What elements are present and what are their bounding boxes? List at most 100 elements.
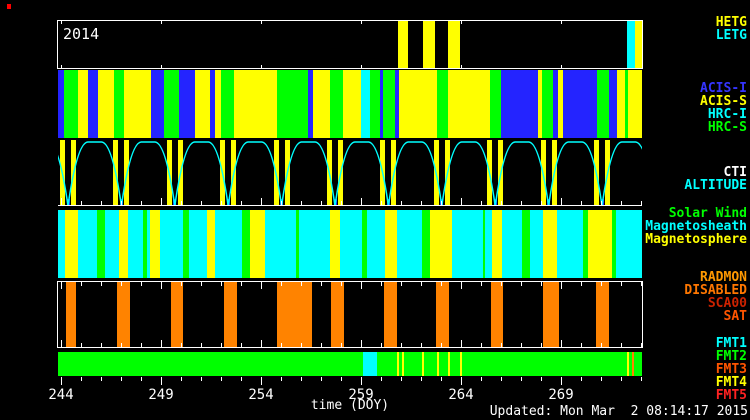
axis-tick xyxy=(321,282,322,286)
band-segment-orange xyxy=(66,282,76,347)
x-axis-title: time (DOY) xyxy=(290,398,410,413)
chandra-schedule-plot: 2014 244249254259264269 time (DOY) Updat… xyxy=(0,0,750,420)
band-stripe-yellow xyxy=(397,352,399,376)
axis-tick xyxy=(501,377,502,381)
axis-tick xyxy=(321,343,322,347)
axis-tick xyxy=(381,201,382,205)
band-segment-orange xyxy=(117,282,130,347)
axis-tick xyxy=(121,343,122,347)
axis-tick xyxy=(241,201,242,205)
band-segment-cyan xyxy=(530,210,543,278)
axis-tick xyxy=(521,343,522,347)
axis-tick xyxy=(361,65,362,68)
axis-tick xyxy=(221,282,222,286)
axis-tick xyxy=(61,377,62,385)
axis-tick xyxy=(461,21,462,24)
band-segment-yellow xyxy=(65,210,78,278)
band-segment-cyan xyxy=(340,210,362,278)
band-segment-cyan xyxy=(367,210,385,278)
axis-tick xyxy=(161,65,162,68)
axis-tick xyxy=(521,282,522,286)
band-segment-green xyxy=(422,210,430,278)
axis-tick xyxy=(501,282,502,286)
axis-tick xyxy=(421,282,422,286)
axis-tick xyxy=(341,377,342,381)
axis-tick xyxy=(101,343,102,347)
axis-tick xyxy=(461,340,462,347)
axis-tick xyxy=(261,21,262,24)
axis-tick xyxy=(61,65,62,68)
axis-tick xyxy=(441,201,442,205)
band-stripe-yellow xyxy=(437,352,439,376)
axis-tick xyxy=(81,343,82,347)
axis-tick xyxy=(181,377,182,381)
band-segment-yellow xyxy=(150,210,160,278)
axis-tick xyxy=(301,343,302,347)
axis-tick xyxy=(361,198,362,205)
band-segment-orange xyxy=(436,282,449,347)
band-segment-cyan xyxy=(299,210,330,278)
axis-tick xyxy=(301,282,302,286)
band-segment-cyan xyxy=(452,210,483,278)
band-segment-cyan xyxy=(361,70,370,138)
band-segment-cyan xyxy=(189,210,207,278)
axis-tick xyxy=(61,21,62,24)
band-segment-orange xyxy=(171,282,183,347)
axis-tick xyxy=(161,21,162,24)
band-segment-green xyxy=(164,70,179,138)
axis-tick xyxy=(81,201,82,205)
band-segment-green xyxy=(522,210,530,278)
axis-tick xyxy=(461,282,462,289)
axis-tick xyxy=(261,198,262,205)
axis-tick xyxy=(221,201,222,205)
axis-tick xyxy=(441,377,442,381)
band-segment-blue xyxy=(179,70,195,138)
band-segment-green xyxy=(370,70,380,138)
band-segment-yellow xyxy=(207,210,215,278)
x-tick-label: 254 xyxy=(241,387,281,403)
axis-tick xyxy=(281,201,282,205)
band-stripe-yellow xyxy=(422,352,424,376)
axis-tick xyxy=(301,201,302,205)
band-segment-orange xyxy=(384,282,397,347)
band-segment-yellow xyxy=(430,210,452,278)
band-segment-green xyxy=(437,70,448,138)
axis-tick xyxy=(61,282,62,289)
axis-tick xyxy=(161,198,162,205)
axis-tick xyxy=(541,282,542,286)
band-segment-yellow xyxy=(119,210,128,278)
band-segment-green xyxy=(277,70,308,138)
axis-tick xyxy=(341,343,342,347)
axis-tick xyxy=(381,377,382,381)
band-segment-cyan xyxy=(363,352,377,376)
band-segment-green xyxy=(490,70,501,138)
axis-tick xyxy=(501,201,502,205)
band-bottom-border xyxy=(58,205,642,206)
axis-tick xyxy=(361,282,362,289)
axis-tick xyxy=(381,343,382,347)
axis-tick xyxy=(201,282,202,286)
band-segment-cyan xyxy=(485,210,492,278)
band-segment-yellow xyxy=(448,21,460,68)
axis-tick xyxy=(241,343,242,347)
band-segment-yellow xyxy=(330,210,340,278)
band-segment-yellow xyxy=(448,70,490,138)
axis-tick xyxy=(461,198,462,205)
axis-tick xyxy=(161,282,162,289)
axis-tick xyxy=(281,282,282,286)
axis-tick xyxy=(101,377,102,381)
axis-tick xyxy=(641,201,642,205)
axis-tick xyxy=(61,340,62,347)
axis-tick xyxy=(581,201,582,205)
axis-tick xyxy=(181,201,182,205)
axis-tick xyxy=(221,377,222,381)
axis-tick xyxy=(101,201,102,205)
axis-tick xyxy=(361,377,362,385)
band-stripe-yellow xyxy=(402,352,404,376)
axis-tick xyxy=(301,377,302,381)
axis-tick xyxy=(141,201,142,205)
axis-tick xyxy=(401,201,402,205)
axis-tick xyxy=(141,377,142,381)
axis-tick xyxy=(181,282,182,286)
axis-tick xyxy=(621,201,622,205)
